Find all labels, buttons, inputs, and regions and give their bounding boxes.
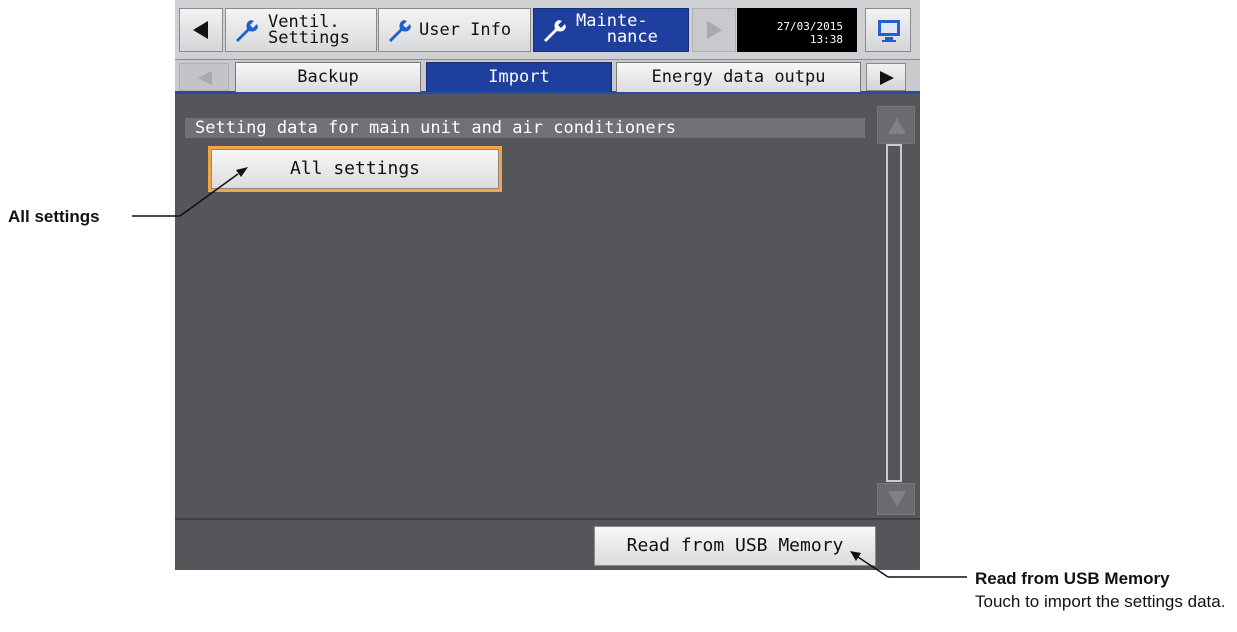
annotation-all-settings: All settings xyxy=(8,207,100,226)
annotation-read-usb-desc: Touch to import the settings data. xyxy=(975,592,1226,611)
annotation-lines xyxy=(132,167,967,578)
annotation-read-usb-title: Read from USB Memory xyxy=(975,569,1170,588)
